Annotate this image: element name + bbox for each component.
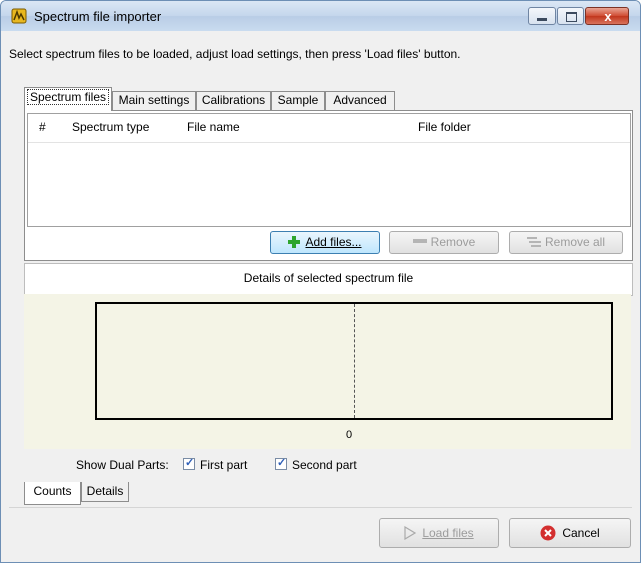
load-files-label: Load files	[422, 526, 474, 540]
tab-counts[interactable]: Counts	[24, 482, 81, 505]
column-header-number[interactable]: #	[39, 114, 46, 141]
axis-zero-label: 0	[346, 429, 353, 441]
show-dual-parts-label: Show Dual Parts:	[76, 458, 169, 472]
cancel-icon	[540, 525, 556, 541]
tab-label: Advanced	[333, 93, 387, 107]
title-bar[interactable]: Spectrum file importer x	[1, 1, 640, 31]
tab-spectrum-files[interactable]: Spectrum files	[24, 87, 112, 111]
tab-details[interactable]: Details	[81, 482, 129, 502]
file-table[interactable]: # Spectrum type File name File folder	[27, 113, 631, 227]
details-header: Details of selected spectrum file	[24, 263, 633, 296]
column-header-spectrum-type[interactable]: Spectrum type	[72, 114, 149, 141]
maximize-button[interactable]	[557, 7, 584, 25]
app-icon	[11, 8, 27, 24]
close-icon: x	[604, 9, 612, 24]
cancel-button[interactable]: Cancel	[509, 518, 631, 548]
footer-divider	[9, 507, 632, 508]
spectrum-plot[interactable]	[95, 302, 613, 420]
instructions-text: Select spectrum files to be loaded, adju…	[9, 47, 461, 61]
column-header-file-folder[interactable]: File folder	[418, 114, 471, 141]
add-files-label: Add files...	[305, 235, 362, 249]
play-icon	[404, 525, 417, 541]
importer-window: Spectrum file importer x Select spectrum…	[0, 0, 641, 563]
first-part-checkbox[interactable]	[183, 456, 195, 470]
minimize-icon	[537, 18, 547, 21]
tab-label: Details	[86, 484, 124, 498]
column-header-file-name[interactable]: File name	[187, 114, 240, 141]
tab-label: Calibrations	[201, 93, 266, 107]
remove-all-icon	[526, 237, 541, 247]
remove-all-button[interactable]: Remove all	[509, 231, 623, 254]
remove-label: Remove	[430, 235, 476, 249]
maximize-icon	[566, 12, 577, 22]
first-part-label[interactable]: First part	[200, 458, 247, 472]
second-part-label[interactable]: Second part	[292, 458, 357, 472]
tab-calibrations[interactable]: Calibrations	[196, 91, 271, 110]
load-files-button[interactable]: Load files	[379, 518, 499, 548]
details-title: Details of selected spectrum file	[243, 271, 414, 285]
plus-icon	[288, 236, 301, 248]
tab-label: Main settings	[118, 93, 190, 107]
tab-label: Sample	[277, 93, 319, 107]
header-divider	[28, 142, 630, 143]
tab-main-settings[interactable]: Main settings	[112, 91, 196, 110]
window-title: Spectrum file importer	[34, 9, 162, 24]
add-files-button[interactable]: Add files...	[270, 231, 380, 254]
tab-advanced[interactable]: Advanced	[325, 91, 395, 110]
close-button[interactable]: x	[585, 7, 629, 25]
spectrum-files-panel: # Spectrum type File name File folder Ad…	[24, 110, 633, 261]
remove-all-label: Remove all	[544, 235, 606, 249]
remove-button[interactable]: Remove	[389, 231, 499, 254]
minimize-button[interactable]	[528, 7, 556, 25]
zero-line	[354, 304, 355, 418]
tab-label: Spectrum files	[26, 89, 110, 105]
cancel-label: Cancel	[562, 526, 600, 540]
spectrum-plot-area: 0	[24, 294, 631, 449]
tab-sample[interactable]: Sample	[271, 91, 325, 110]
second-part-checkbox[interactable]	[275, 456, 287, 470]
remove-icon	[412, 239, 427, 243]
tab-label: Counts	[33, 484, 72, 498]
